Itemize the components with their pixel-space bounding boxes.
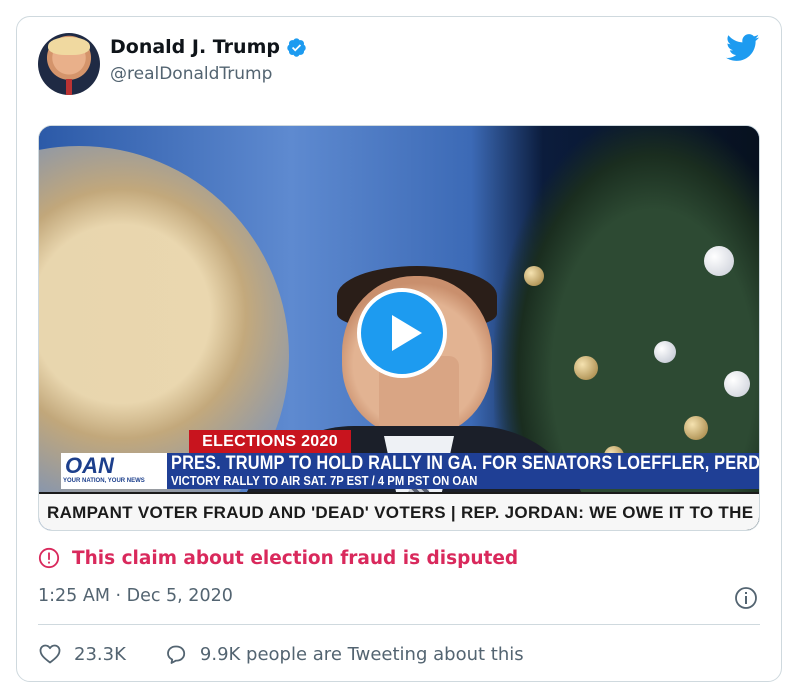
ornament bbox=[684, 416, 708, 440]
conversation-link[interactable]: 9.9K people are Tweeting about this bbox=[164, 642, 524, 666]
chyron-headline: PRES. TRUMP TO HOLD RALLY IN GA. FOR SEN… bbox=[171, 453, 760, 474]
info-icon[interactable] bbox=[734, 586, 758, 610]
network-logo: OAN bbox=[65, 453, 114, 478]
conversation-text: 9.9K people are Tweeting about this bbox=[199, 643, 524, 665]
ornament bbox=[704, 246, 734, 276]
avatar-hair bbox=[48, 37, 90, 55]
ornament bbox=[574, 356, 598, 380]
network-tagline: YOUR NATION, YOUR NEWS bbox=[63, 478, 145, 484]
ticker-text: RAMPANT VOTER FRAUD AND 'DEAD' VOTERS | … bbox=[47, 503, 760, 522]
chyron-subline: VICTORY RALLY TO AIR SAT. 7P EST / 4 PM … bbox=[171, 474, 478, 488]
disputed-text[interactable]: This claim about election fraud is dispu… bbox=[72, 548, 518, 569]
verified-badge-icon bbox=[287, 37, 306, 57]
author-name[interactable]: Donald J. Trump bbox=[110, 36, 280, 58]
alert-circle-icon bbox=[38, 547, 60, 569]
ornament bbox=[724, 371, 750, 397]
author-handle[interactable]: @realDonaldTrump bbox=[110, 64, 272, 84]
tweet-timestamp[interactable]: 1:25 AM · Dec 5, 2020 bbox=[38, 586, 233, 606]
ornament bbox=[524, 266, 544, 286]
twitter-bird-icon[interactable] bbox=[726, 34, 760, 62]
like-count: 23.3K bbox=[74, 643, 126, 665]
speech-bubble-icon bbox=[166, 645, 185, 664]
ornament bbox=[654, 341, 676, 363]
avatar[interactable] bbox=[38, 33, 100, 95]
avatar-tie bbox=[66, 79, 72, 95]
video-player[interactable]: ELECTIONS 2020 OAN YOUR NATION, YOUR NEW… bbox=[38, 125, 760, 531]
elections-tag: ELECTIONS 2020 bbox=[189, 430, 351, 454]
disputed-label[interactable]: This claim about election fraud is dispu… bbox=[38, 547, 518, 569]
play-icon[interactable] bbox=[357, 288, 447, 378]
heart-icon bbox=[39, 644, 61, 664]
divider bbox=[38, 624, 760, 625]
author-name-row[interactable]: Donald J. Trump bbox=[110, 36, 307, 58]
news-ticker: RAMPANT VOTER FRAUD AND 'DEAD' VOTERS | … bbox=[39, 492, 760, 530]
tweet-stats: 23.3K 9.9K people are Tweeting about thi… bbox=[38, 642, 524, 666]
like-button[interactable]: 23.3K bbox=[38, 642, 126, 666]
